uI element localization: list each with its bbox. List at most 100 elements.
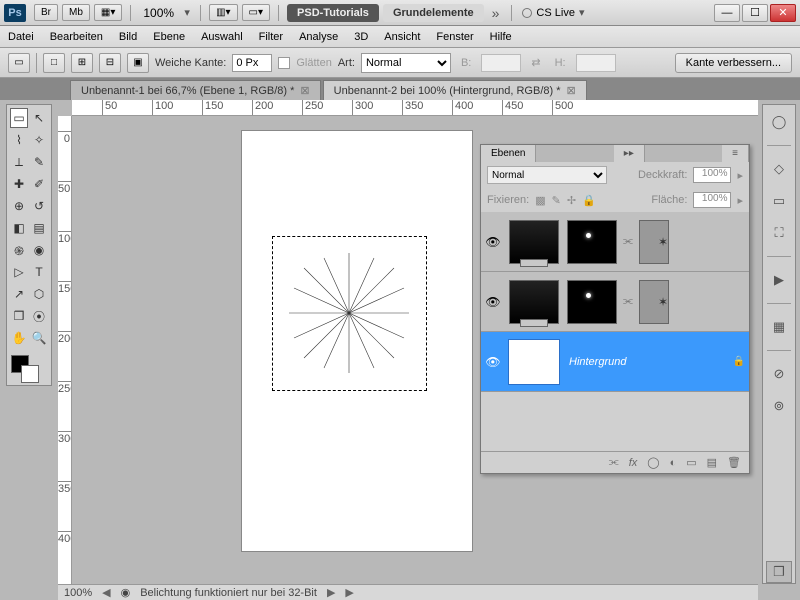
visibility-icon[interactable]: 👁 [481,355,505,369]
menu-auswahl[interactable]: Auswahl [201,31,243,43]
fill-value[interactable]: 100% [693,192,731,208]
selection-add[interactable]: ⊞ [71,53,93,73]
menu-filter[interactable]: Filter [259,31,283,43]
lock-pixels-icon[interactable]: ▩ [535,194,545,207]
close-button[interactable]: ✕ [770,4,796,22]
zoom-display[interactable]: 100% [143,6,174,20]
adjustment-thumb[interactable] [509,220,559,264]
refine-edge-button[interactable]: Kante verbessern... [675,53,792,73]
smart-thumb[interactable] [639,220,669,264]
opacity-value[interactable]: 100% [693,167,731,183]
delete-layer-icon[interactable]: 🗑 [727,456,741,469]
doc-tab-1[interactable]: Unbenannt-1 bei 66,7% (Ebene 1, RGB/8) *… [70,80,321,100]
swatches-panel-icon[interactable]: ▦ [768,316,790,338]
fx-icon[interactable]: fx [629,457,638,469]
status-menu-arrow[interactable]: ▶ [345,586,353,599]
move-tool[interactable]: ↖ [30,108,48,128]
maximize-button[interactable]: ☐ [742,4,768,22]
eraser-tool[interactable]: ◧ [10,218,28,238]
arrange-button[interactable]: ▥▾ [209,4,237,21]
selection-subtract[interactable]: ⊟ [99,53,121,73]
lock-move-icon[interactable]: ✢ [567,194,576,207]
blocked-panel-icon[interactable]: ⊘ [768,363,790,385]
link-icon[interactable]: ⫘ [621,295,635,308]
menu-bild[interactable]: Bild [119,31,137,43]
selection-intersect[interactable]: ▣ [127,53,149,73]
wand-tool[interactable]: ✧ [30,130,48,150]
layer-row-bg[interactable]: 👁 Hintergrund 🔒 [481,332,749,392]
link-layers-icon[interactable]: ⫘ [609,456,619,469]
hand-tool[interactable]: ✋ [10,328,28,348]
target-panel-icon[interactable]: ⊚ [768,395,790,417]
play-panel-icon[interactable]: ▶ [768,269,790,291]
doc-tab-2[interactable]: Unbenannt-2 bei 100% (Hintergrund, RGB/8… [323,80,587,100]
align-panel-icon[interactable]: ▭ [768,190,790,212]
dodge-tool[interactable]: ◉ [30,240,48,260]
doc-tab-1-close[interactable]: ⊠ [300,84,309,97]
smart-thumb[interactable] [639,280,669,324]
menu-ebene[interactable]: Ebene [153,31,185,43]
menu-3d[interactable]: 3D [354,31,368,43]
stamp-panel-icon[interactable]: ⛶ [768,222,790,244]
marquee-tool[interactable]: ▭ [10,108,28,128]
gradient-tool[interactable]: ▤ [30,218,48,238]
pen-tool[interactable]: ▷ [10,262,28,282]
selection-new[interactable]: □ [43,53,65,73]
menu-datei[interactable]: Datei [8,31,34,43]
path-tool[interactable]: ↗ [10,284,28,304]
lock-all-icon[interactable]: 🔒 [582,194,596,207]
style-select[interactable]: Normal [361,53,451,73]
layers-tab[interactable]: Ebenen [481,145,536,162]
color-panel-icon[interactable]: ◯ [768,111,790,133]
mask-icon[interactable]: ◯ [647,456,659,469]
layer-row-1[interactable]: 👁 ⫘ [481,212,749,272]
lock-brush-icon[interactable]: ✎ [552,194,561,207]
brush-tool[interactable]: ✐ [30,174,48,194]
mask-thumb[interactable] [567,280,617,324]
status-right-arrow[interactable]: ▶ [327,586,335,599]
lasso-tool[interactable]: ⌇ [10,130,28,150]
minibridge-button[interactable]: Mb [62,4,90,21]
panel-collapse-icon[interactable]: ▸▸ [614,145,645,162]
feather-input[interactable] [232,54,272,72]
workspace-tab-grund[interactable]: Grundelemente [383,4,484,22]
stamp-tool[interactable]: ⊕ [10,196,28,216]
eyedropper-tool[interactable]: ✎ [30,152,48,172]
screen-mode-button[interactable]: ▦▾ [94,4,122,21]
ruler-horizontal[interactable]: 50100150200250300350400450500 [72,100,758,116]
bridge-button[interactable]: Br [34,4,58,21]
fill-flyout[interactable]: ▸ [737,194,743,207]
menu-bearbeiten[interactable]: Bearbeiten [50,31,103,43]
shape-tool[interactable]: ⬡ [30,284,48,304]
doc-tab-2-close[interactable]: ⊠ [567,84,576,97]
layer-row-2[interactable]: 👁 ⫘ [481,272,749,332]
group-icon[interactable]: ▭ [686,456,696,469]
layers-panel[interactable]: Ebenen ▸▸ ≡ Normal Deckkraft: 100% ▸ Fix… [480,144,750,474]
opacity-flyout[interactable]: ▸ [737,169,743,182]
visibility-icon[interactable]: 👁 [481,235,505,249]
menu-ansicht[interactable]: Ansicht [384,31,420,43]
layers-dock-icon[interactable]: ❒ [766,561,792,583]
heal-tool[interactable]: ✚ [10,174,28,194]
transform-panel-icon[interactable]: ◇ [768,158,790,180]
layer-thumb[interactable] [509,340,559,384]
type-tool[interactable]: T [30,262,48,282]
menu-hilfe[interactable]: Hilfe [490,31,512,43]
mask-thumb[interactable] [567,220,617,264]
camera-tool[interactable]: ⦿ [30,306,48,326]
screenmode2-button[interactable]: ▭▾ [242,4,270,21]
menu-fenster[interactable]: Fenster [436,31,473,43]
zoom-dropdown[interactable]: ▾ [180,6,194,19]
3d-tool[interactable]: ❒ [10,306,28,326]
new-layer-icon[interactable]: ▤ [707,456,717,469]
blend-mode-select[interactable]: Normal [487,166,607,184]
zoom-tool[interactable]: 🔍 [30,328,48,348]
ps-logo[interactable]: Ps [4,4,26,22]
cslive-button[interactable]: CS Live ▾ [522,6,584,19]
blur-tool[interactable]: ֍ [10,240,28,260]
history-brush-tool[interactable]: ↺ [30,196,48,216]
layer-name[interactable]: Hintergrund [563,356,729,368]
adjustment-icon[interactable]: ◐ [670,457,677,469]
status-zoom[interactable]: 100% [64,587,92,599]
minimize-button[interactable]: — [714,4,740,22]
